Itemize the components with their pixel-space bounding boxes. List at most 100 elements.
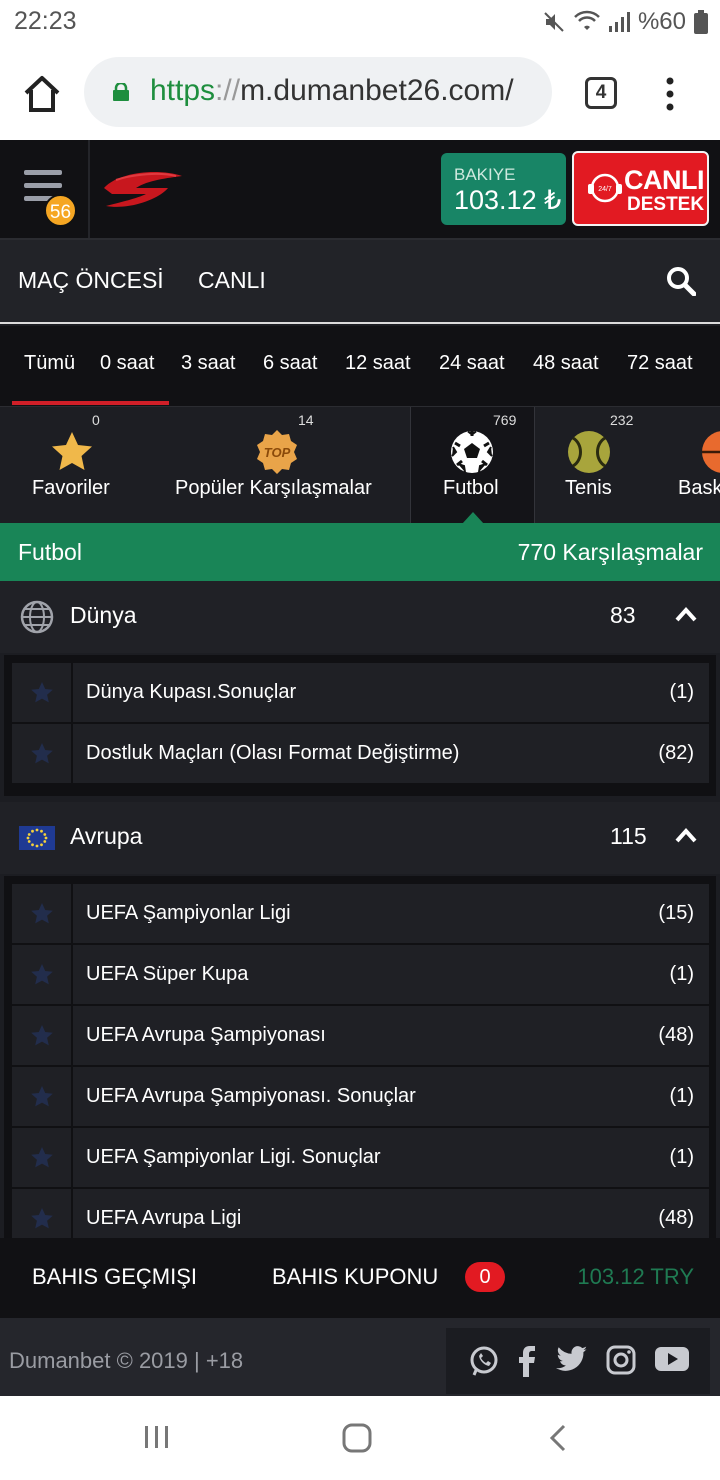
- facebook-icon[interactable]: [516, 1345, 536, 1377]
- league-row[interactable]: UEFA Avrupa Ligi (48): [12, 1189, 709, 1238]
- status-time: 22:23: [14, 7, 77, 35]
- league-list-europe: UEFA Şampiyonlar Ligi (15) UEFA Süper Ku…: [4, 876, 716, 1238]
- whatsapp-icon[interactable]: [468, 1345, 500, 1377]
- league-row[interactable]: UEFA Avrupa Şampiyonası. Sonuçlar (1): [12, 1067, 709, 1126]
- headset-support-icon: 24/7: [588, 173, 622, 203]
- twitter-icon[interactable]: [556, 1345, 588, 1373]
- league-row[interactable]: UEFA Süper Kupa (1): [12, 945, 709, 1004]
- time-filter-0h[interactable]: 0 saat: [100, 352, 154, 375]
- favorite-star-icon[interactable]: [30, 1207, 54, 1231]
- bet-coupon-button[interactable]: BAHIS KUPONU: [272, 1264, 438, 1290]
- league-count: (48): [658, 1024, 694, 1046]
- browser-toolbar: https://m.dumanbet26.com/ 4: [0, 44, 720, 140]
- league-name: UEFA Şampiyonlar Ligi: [86, 902, 291, 924]
- more-options-icon[interactable]: [664, 77, 676, 111]
- home-button-icon[interactable]: [342, 1423, 372, 1453]
- favorite-star-icon[interactable]: [30, 963, 54, 987]
- league-row[interactable]: UEFA Şampiyonlar Ligi (15): [12, 884, 709, 943]
- basketball-icon: [702, 431, 720, 473]
- time-filter-12h[interactable]: 12 saat: [345, 352, 411, 375]
- brand-logo[interactable]: [98, 166, 188, 214]
- instagram-icon[interactable]: [606, 1345, 636, 1375]
- sport-tab-basketball[interactable]: Bask: [647, 407, 720, 524]
- nav-live[interactable]: CANLI: [198, 267, 266, 294]
- league-count: (1): [669, 963, 694, 985]
- row-divider: [71, 1189, 73, 1238]
- nav-pre-match[interactable]: MAÇ ÖNCESİ: [18, 267, 164, 294]
- mute-icon: [544, 12, 564, 32]
- row-divider: [71, 1128, 73, 1187]
- bet-bar: BAHIS GEÇMIŞI BAHIS KUPONU 0 103.12 TRY: [0, 1238, 720, 1318]
- league-name: Dostluk Maçları (Olası Format Değiştirme…: [86, 742, 460, 764]
- sport-count: 232: [610, 412, 634, 428]
- row-divider: [71, 1006, 73, 1065]
- tab-switcher-button[interactable]: 4: [585, 77, 617, 109]
- favorite-star-icon[interactable]: [30, 1146, 54, 1170]
- bet-balance: 103.12 TRY: [577, 1264, 694, 1289]
- favorite-star-icon[interactable]: [30, 1085, 54, 1109]
- sport-label: Popüler Karşılaşmalar: [175, 477, 372, 499]
- status-bar: 22:23 %60: [0, 0, 720, 44]
- league-count: (1): [669, 1146, 694, 1168]
- sport-tab-tennis[interactable]: 232 Tenis: [535, 407, 647, 524]
- time-filter-72h[interactable]: 72 saat: [627, 352, 693, 375]
- sport-count: 769: [493, 412, 517, 428]
- social-links: [446, 1328, 710, 1394]
- time-filter-24h[interactable]: 24 saat: [439, 352, 505, 375]
- search-icon[interactable]: [666, 266, 696, 296]
- url-bar[interactable]: https://m.dumanbet26.com/: [84, 57, 552, 127]
- league-row[interactable]: UEFA Şampiyonlar Ligi. Sonuçlar (1): [12, 1128, 709, 1187]
- live-support-button[interactable]: 24/7 CANLI DESTEK: [572, 151, 709, 226]
- youtube-icon[interactable]: [654, 1345, 690, 1373]
- sport-tab-popular[interactable]: 14 TOP Popüler Karşılaşmalar: [144, 407, 410, 524]
- league-name: UEFA Şampiyonlar Ligi. Sonuçlar: [86, 1146, 381, 1168]
- tennis-ball-icon: [568, 431, 610, 473]
- region-name: Avrupa: [70, 823, 143, 849]
- league-row[interactable]: Dostluk Maçları (Olası Format Değiştirme…: [12, 724, 709, 783]
- favorite-star-icon[interactable]: [30, 1024, 54, 1048]
- time-filter-6h[interactable]: 6 saat: [263, 352, 317, 375]
- league-row[interactable]: UEFA Avrupa Şampiyonası (48): [12, 1006, 709, 1065]
- home-icon[interactable]: [22, 74, 62, 114]
- back-icon[interactable]: [548, 1424, 568, 1452]
- favorite-star-icon[interactable]: [30, 902, 54, 926]
- android-nav-bar: [0, 1396, 720, 1480]
- region-name: Dünya: [70, 602, 137, 628]
- row-divider: [71, 724, 73, 783]
- sport-tab-favorites[interactable]: 0 Favoriler: [0, 407, 144, 524]
- bet-history-button[interactable]: BAHIS GEÇMIŞI: [32, 1264, 197, 1290]
- support-label-line2: DESTEK: [627, 194, 705, 215]
- copyright-text: Dumanbet © 2019 | +18: [9, 1348, 244, 1373]
- time-filter-3h[interactable]: 3 saat: [181, 352, 235, 375]
- league-name: UEFA Avrupa Şampiyonası: [86, 1024, 326, 1046]
- favorite-star-icon[interactable]: [30, 681, 54, 705]
- league-row[interactable]: Dünya Kupası.Sonuçlar (1): [12, 663, 709, 722]
- balance-box[interactable]: BAKIYE 103.12 ₺: [441, 153, 566, 225]
- globe-icon: [20, 600, 54, 634]
- chevron-up-icon[interactable]: [674, 605, 698, 623]
- chevron-up-icon[interactable]: [674, 826, 698, 844]
- top-badge-icon: TOP: [257, 430, 297, 474]
- site-header: 56 BAKIYE 103.12 ₺ 24/7 CANLI DESTEK: [0, 140, 720, 240]
- time-filter-48h[interactable]: 48 saat: [533, 352, 599, 375]
- sport-label: Favoriler: [32, 477, 110, 499]
- league-list-world: Dünya Kupası.Sonuçlar (1) Dostluk Maçlar…: [4, 655, 716, 796]
- wifi-icon: [574, 10, 600, 30]
- sport-header: Futbol 770 Karşılaşmalar: [0, 523, 720, 581]
- region-header-world[interactable]: Dünya 83: [0, 581, 720, 653]
- sport-tab-football[interactable]: 769 Futbol: [411, 407, 534, 524]
- row-divider: [71, 945, 73, 1004]
- sport-header-title: Futbol: [18, 539, 82, 565]
- sport-label: Bask: [678, 477, 720, 499]
- favorite-star-icon[interactable]: [30, 742, 54, 766]
- recent-apps-icon[interactable]: [143, 1424, 171, 1450]
- url-text: https://m.dumanbet26.com/: [150, 74, 514, 107]
- row-divider: [71, 1067, 73, 1126]
- league-count: (48): [658, 1207, 694, 1229]
- header-divider: [88, 140, 90, 238]
- time-filter-all[interactable]: Tümü: [24, 352, 75, 375]
- support-label-line1: CANLI: [624, 165, 705, 195]
- sport-count: 0: [92, 412, 100, 428]
- sports-carousel: 0 Favoriler 14 TOP Popüler Karşılaşmalar…: [0, 406, 720, 524]
- region-header-europe[interactable]: Avrupa 115: [0, 802, 720, 874]
